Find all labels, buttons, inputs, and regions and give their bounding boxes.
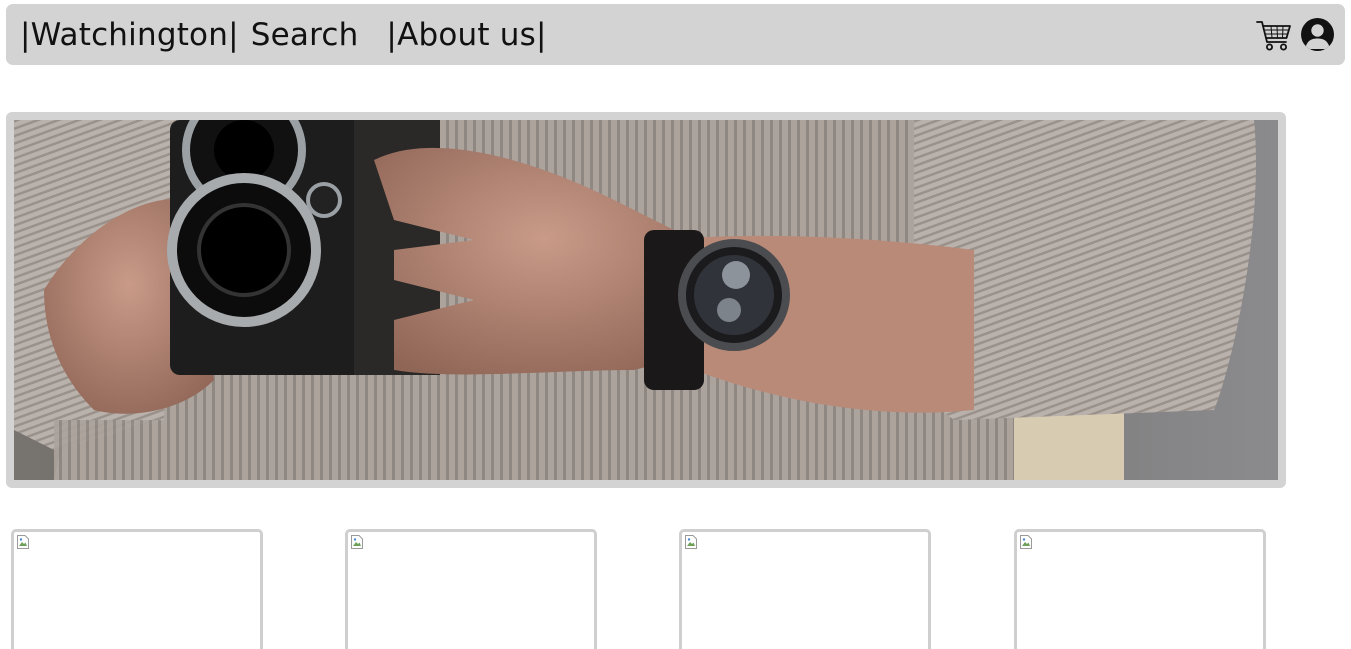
brand-link[interactable]: |Watchington| [20, 17, 239, 53]
product-card[interactable] [1014, 529, 1266, 649]
broken-image-icon [685, 535, 697, 549]
nav-links: |Watchington| Search |About us| [20, 4, 547, 65]
hero-banner [6, 112, 1286, 488]
product-card[interactable] [345, 529, 597, 649]
shopping-cart-icon[interactable] [1256, 18, 1292, 52]
product-card[interactable] [11, 529, 263, 649]
broken-image-icon [351, 535, 363, 549]
top-navbar: |Watchington| Search |About us| [6, 4, 1345, 65]
broken-image-icon [17, 535, 29, 549]
hero-photo [14, 120, 1278, 480]
product-card[interactable] [679, 529, 931, 649]
broken-image-icon [1020, 535, 1032, 549]
user-circle-icon[interactable] [1300, 17, 1335, 52]
search-link[interactable]: Search [251, 17, 359, 53]
about-us-link[interactable]: |About us| [386, 17, 546, 53]
nav-icons [1256, 4, 1335, 65]
